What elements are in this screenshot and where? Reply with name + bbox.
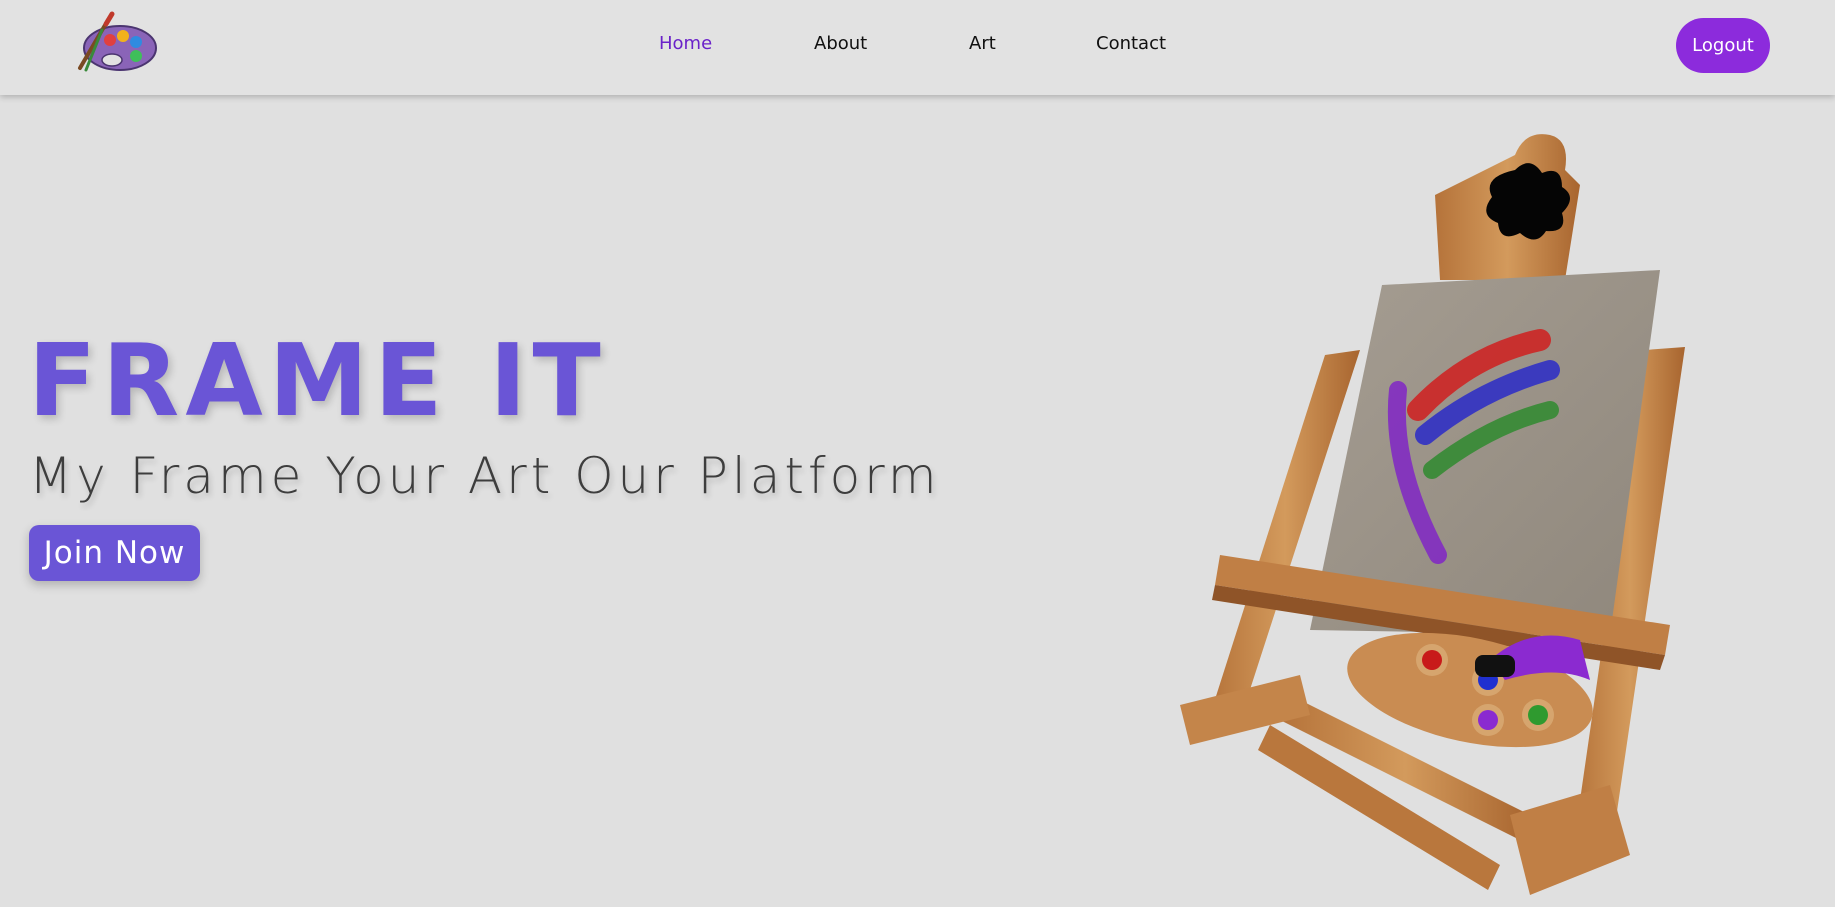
nav-link-about[interactable]: About [814,33,867,54]
nav-link-art[interactable]: Art [969,33,996,54]
nav-link-contact[interactable]: Contact [1096,33,1166,54]
hero-title: FRAME IT [28,322,607,439]
join-now-button[interactable]: Join Now [29,525,200,581]
logout-button[interactable]: Logout [1676,18,1770,73]
nav-link-home[interactable]: Home [659,33,712,54]
easel-illustration-icon [1180,134,1685,895]
navbar: Home About Art Contact Logout [0,0,1835,95]
main-nav: Home About Art Contact [0,33,1835,59]
hero-subtitle: My Frame Your Art Our Platform [29,447,941,505]
